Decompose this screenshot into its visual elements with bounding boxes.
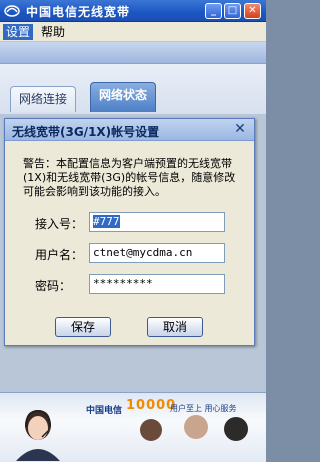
cancel-button[interactable]: 取消 (147, 317, 203, 337)
banner-slogan: 用户至上 用心服务 (170, 404, 237, 413)
tab-bar: 网络连接 网络状态 (0, 64, 266, 114)
tab-network-connection[interactable]: 网络连接 (10, 86, 77, 112)
window-titlebar[interactable]: 中国电信无线宽带 _ □ ✕ (0, 0, 266, 22)
banner-number: 10000 (126, 398, 177, 413)
password-input[interactable]: ********* (89, 274, 225, 294)
menu-help[interactable]: 帮助 (38, 24, 68, 40)
ad-banner[interactable]: 中国电信 10000 用户至上 用心服务 (0, 392, 266, 462)
window-title: 中国电信无线宽带 (26, 5, 131, 19)
access-number-label: 接入号： (35, 217, 84, 231)
menu-bar: 设置 帮助 (0, 22, 266, 42)
call-center-agent-image (16, 409, 60, 461)
access-number-input[interactable]: #777 (89, 212, 225, 232)
banner-brand: 中国电信 (86, 406, 123, 416)
minimize-button[interactable]: _ (205, 3, 222, 19)
maximize-button[interactable]: □ (224, 3, 241, 19)
save-button[interactable]: 保存 (55, 317, 111, 337)
close-button[interactable]: ✕ (244, 3, 261, 19)
account-settings-dialog: 无线宽带(3G/1X)帐号设置 ✕ 警告：本配置信息为客户端预置的无线宽带(1X… (4, 118, 255, 346)
access-number-value: #777 (93, 215, 120, 228)
username-label: 用户名： (35, 248, 84, 262)
dialog-close-icon[interactable]: ✕ (232, 121, 248, 137)
dialog-titlebar[interactable]: 无线宽带(3G/1X)帐号设置 ✕ (5, 119, 254, 141)
person-icon (224, 417, 248, 441)
password-label: 密码： (35, 279, 72, 293)
warning-text: 警告：本配置信息为客户端预置的无线宽带(1X)和无线宽带(3G)的帐号信息，随意… (23, 157, 236, 198)
username-input[interactable]: ctnet@mycdma.cn (89, 243, 225, 263)
person-icon (140, 419, 162, 441)
menu-settings[interactable]: 设置 (3, 24, 34, 40)
tab-network-status[interactable]: 网络状态 (90, 82, 157, 112)
china-telecom-logo-icon (4, 5, 20, 17)
header-strip (0, 42, 266, 64)
person-icon (184, 415, 208, 439)
dialog-title: 无线宽带(3G/1X)帐号设置 (12, 125, 160, 139)
